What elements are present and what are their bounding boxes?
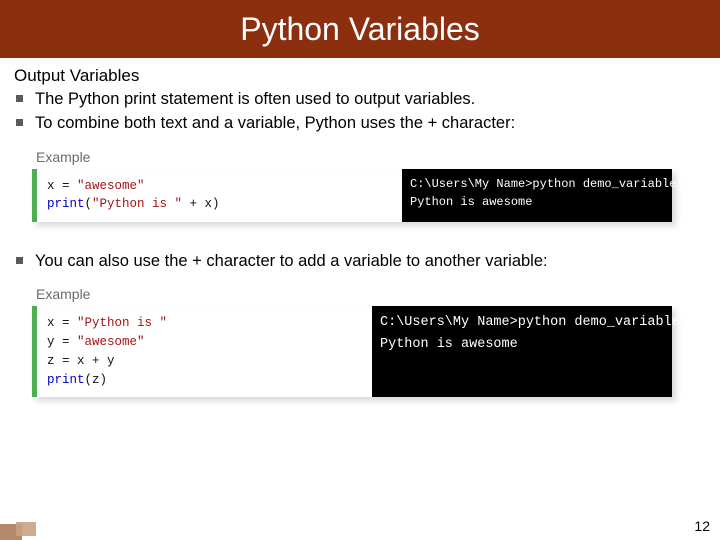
bullet-icon	[16, 119, 23, 126]
bullet-text: You can also use the + character to add …	[35, 250, 548, 272]
example-body: x = "Python is " y = "awesome" z = x + y…	[32, 306, 672, 397]
code-text: z = x + y	[47, 354, 115, 368]
bullet-text: The Python print statement is often used…	[35, 88, 475, 110]
title-bar: Python Variables	[0, 0, 720, 58]
terminal-line: C:\Users\My Name>python demo_variables4.…	[410, 177, 712, 191]
code-pane: x = "awesome" print("Python is " + x)	[32, 169, 402, 223]
code-string: "awesome"	[77, 179, 145, 193]
code-text: y =	[47, 335, 77, 349]
example-block-2: Example x = "Python is " y = "awesome" z…	[32, 286, 672, 397]
corner-decoration	[0, 516, 40, 540]
bullet-item: To combine both text and a variable, Pyt…	[14, 112, 706, 134]
terminal-line: C:\Users\My Name>python demo_variables4.…	[380, 315, 720, 330]
code-string: "awesome"	[77, 335, 145, 349]
terminal-pane: C:\Users\My Name>python demo_variables4.…	[402, 169, 672, 223]
slide-title: Python Variables	[240, 11, 480, 48]
bullet-icon	[16, 95, 23, 102]
bullet-icon	[16, 257, 23, 264]
example-label: Example	[36, 286, 672, 302]
code-text: (z)	[85, 373, 108, 387]
example-label: Example	[36, 149, 672, 165]
code-fn: print	[47, 373, 85, 387]
code-text: x =	[47, 316, 77, 330]
section-subtitle: Output Variables	[14, 66, 706, 86]
bullet-item: You can also use the + character to add …	[14, 250, 706, 272]
code-text: (	[85, 197, 93, 211]
terminal-line: Python is awesome	[380, 337, 518, 352]
code-string: "Python is "	[92, 197, 182, 211]
terminal-line: Python is awesome	[410, 195, 532, 209]
code-string: "Python is "	[77, 316, 167, 330]
page-number: 12	[694, 518, 710, 534]
slide-content: Output Variables The Python print statem…	[0, 58, 720, 397]
bullet-item: The Python print statement is often used…	[14, 88, 706, 110]
code-text: x =	[47, 179, 77, 193]
example-body: x = "awesome" print("Python is " + x) C:…	[32, 169, 672, 223]
code-text: + x)	[182, 197, 220, 211]
terminal-pane: C:\Users\My Name>python demo_variables4.…	[372, 306, 672, 397]
code-fn: print	[47, 197, 85, 211]
code-pane: x = "Python is " y = "awesome" z = x + y…	[32, 306, 372, 397]
example-block-1: Example x = "awesome" print("Python is "…	[32, 149, 672, 223]
bullet-text: To combine both text and a variable, Pyt…	[35, 112, 515, 134]
